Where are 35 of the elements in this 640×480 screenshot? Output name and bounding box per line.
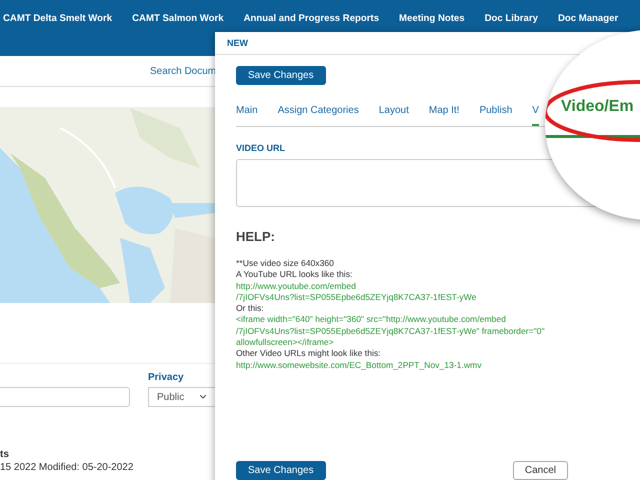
nav-link[interactable]: Annual and Progress Reports: [244, 13, 380, 24]
example-text: http://www.somewebsite.com/EC_Bottom_2PPT_Nov_13-1.wmv: [236, 360, 482, 371]
chevron-icon: [200, 395, 206, 399]
nav-link[interactable]: CAMT Delta Smelt Work: [3, 13, 112, 24]
help-text: A YouTube URL looks like this:: [236, 269, 354, 281]
example-text: allowfullscreen></iframe>: [236, 337, 335, 348]
search-documents-link[interactable]: Search Docum: [150, 66, 216, 76]
example-text: /7jIOFVs4Uns?list=SP055Epbe6d5ZEYjq8K7CA37-1fEST-yWe: [236, 292, 478, 304]
example-text: http://www.youtube.com/embed: [236, 280, 357, 292]
nav-link[interactable]: Meeting Notes: [399, 13, 465, 24]
save-button[interactable]: Save Changes: [236, 66, 326, 85]
video-url-label: VIDEO URL: [236, 143, 286, 153]
example-text: /7jIOFVs4Uns?list=SP055Epbe6d5ZEYjq8K7CA37-1fEST-yWe" frameborder="0": [236, 326, 546, 338]
example-text: <iframe width="640" height="360" src="http://www.youtube.com/embed: [236, 314, 507, 326]
section-label: ts: [0, 449, 9, 460]
magnified-tab-label: Video/Em: [561, 98, 634, 116]
help-text: Other Video URLs might look like this:: [236, 348, 382, 360]
help-text: Or this:: [236, 303, 265, 314]
modal-title: NEW: [227, 38, 248, 48]
tab[interactable]: Publish: [479, 101, 512, 126]
tab[interactable]: Layout: [378, 101, 409, 126]
date-text: 15 2022 Modified: 05-20-2022: [0, 462, 134, 473]
nav-link[interactable]: Doc Manager: [558, 13, 618, 24]
privacy-label: Privacy: [148, 372, 185, 383]
save-button[interactable]: Save Changes: [236, 461, 326, 480]
tab[interactable]: Assign Categories: [278, 101, 359, 126]
tab[interactable]: Map It!: [428, 101, 460, 126]
help-text: **Use video size 640x360: [236, 258, 335, 270]
cancel-button[interactable]: Cancel: [512, 461, 568, 480]
help-heading: HELP:: [236, 229, 276, 244]
nav-link[interactable]: Doc Library: [484, 13, 538, 24]
tab[interactable]: V: [532, 101, 539, 126]
tab[interactable]: Main: [236, 101, 258, 126]
text-input[interactable]: [0, 387, 130, 407]
nav-link[interactable]: CAMT Salmon Work: [132, 13, 224, 24]
